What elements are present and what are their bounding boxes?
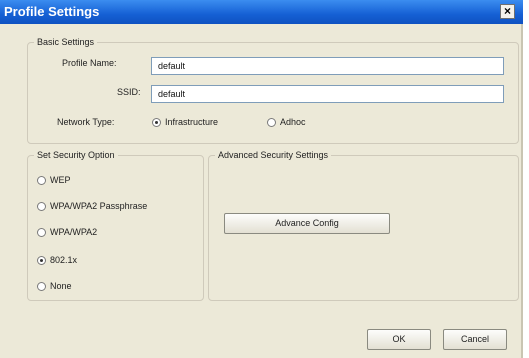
radio-unselected-icon: [37, 228, 46, 238]
advance-config-button[interactable]: Advance Config: [224, 213, 390, 234]
radio-unselected-icon: [37, 202, 46, 212]
basic-settings-legend: Basic Settings: [37, 37, 95, 47]
radio-selected-icon: [152, 118, 161, 128]
advanced-security-legend: Advanced Security Settings: [218, 150, 329, 160]
wep-label: WEP: [50, 175, 71, 185]
adhoc-label: Adhoc: [280, 117, 306, 127]
title-bar: Profile Settings ×: [0, 0, 523, 24]
ssid-field[interactable]: default: [151, 85, 504, 103]
profile-name-label: Profile Name:: [62, 58, 117, 68]
cancel-button[interactable]: Cancel: [443, 329, 507, 350]
profile-settings-dialog: Profile Settings × Basic Settings Profil…: [0, 0, 523, 358]
wpa-label: WPA/WPA2: [50, 227, 98, 237]
wpa-passphrase-label: WPA/WPA2 Passphrase: [50, 201, 148, 211]
none-radio[interactable]: None: [37, 281, 72, 292]
close-button[interactable]: ×: [500, 4, 515, 19]
close-icon: ×: [503, 4, 511, 18]
wpa-passphrase-radio[interactable]: WPA/WPA2 Passphrase: [37, 201, 148, 212]
ok-button[interactable]: OK: [367, 329, 431, 350]
network-type-label: Network Type:: [57, 117, 115, 127]
security-option-group: Set Security Option: [27, 150, 204, 301]
wep-radio[interactable]: WEP: [37, 175, 71, 186]
infrastructure-label: Infrastructure: [165, 117, 219, 127]
radio-unselected-icon: [267, 118, 276, 128]
ssid-label: SSID:: [117, 87, 141, 97]
radio-unselected-icon: [37, 176, 46, 186]
profile-name-field[interactable]: default: [151, 57, 504, 75]
radio-selected-icon: [37, 256, 46, 266]
security-option-legend: Set Security Option: [37, 150, 115, 160]
adhoc-radio[interactable]: Adhoc: [267, 117, 306, 128]
8021x-radio[interactable]: 802.1x: [37, 255, 78, 266]
infrastructure-radio[interactable]: Infrastructure: [152, 117, 219, 128]
8021x-label: 802.1x: [50, 255, 78, 265]
wpa-radio[interactable]: WPA/WPA2: [37, 227, 98, 238]
radio-unselected-icon: [37, 282, 46, 292]
dialog-title: Profile Settings: [4, 4, 100, 19]
none-label: None: [50, 281, 72, 291]
